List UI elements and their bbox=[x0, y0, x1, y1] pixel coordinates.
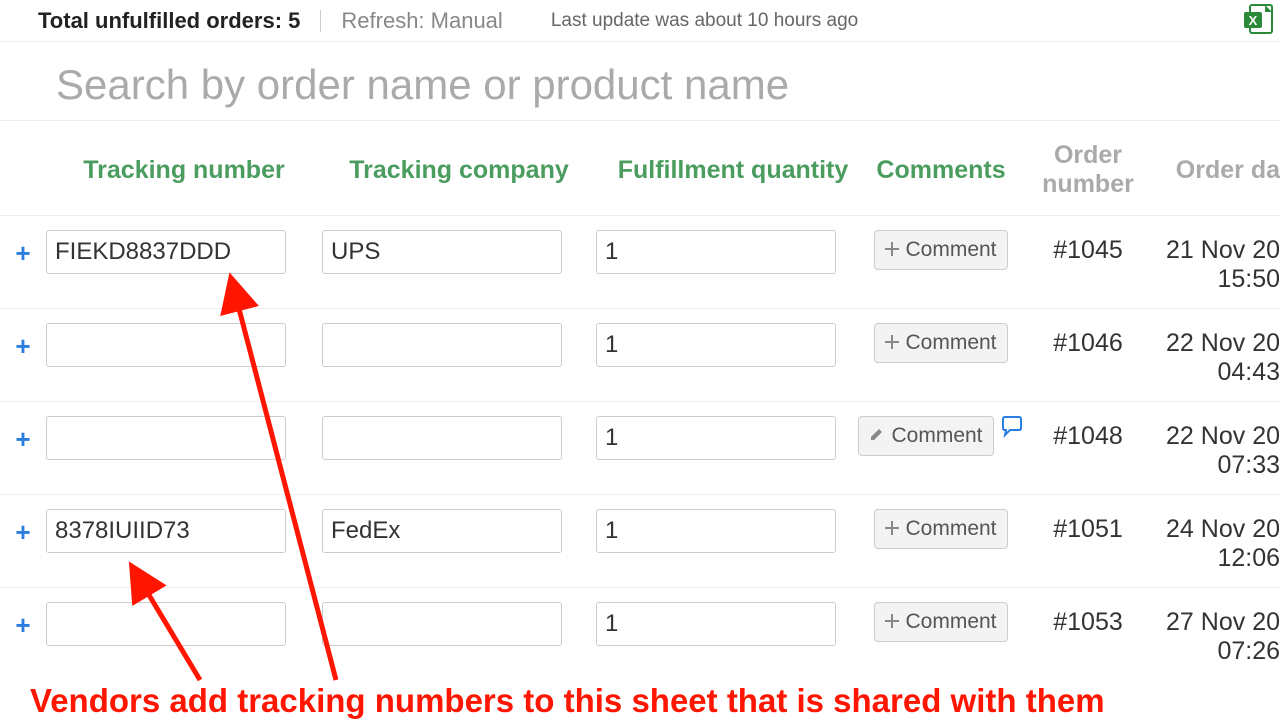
annotation-text: Vendors add tracking numbers to this she… bbox=[30, 682, 1105, 720]
expand-row-icon[interactable]: + bbox=[15, 331, 30, 362]
col-fulfillment-qty: Fulfillment quantity bbox=[596, 156, 870, 185]
fulfillment-qty-input[interactable] bbox=[596, 323, 836, 367]
table-header: Tracking number Tracking company Fulfill… bbox=[0, 121, 1280, 215]
order-number-value: #1045 bbox=[1012, 230, 1164, 265]
table-row: + Comment #104822 Nov 2007:33 bbox=[0, 401, 1280, 494]
tracking-company-input[interactable] bbox=[322, 230, 562, 274]
tracking-number-input[interactable] bbox=[46, 602, 286, 646]
fulfillment-qty-input[interactable] bbox=[596, 416, 836, 460]
divider bbox=[320, 10, 321, 32]
col-comments: Comments bbox=[870, 156, 1012, 185]
comment-button[interactable]: Comment bbox=[858, 416, 993, 456]
order-date-value: 24 Nov 2012:06 bbox=[1164, 509, 1280, 573]
search-input[interactable] bbox=[54, 60, 1242, 110]
table-row: + Comment #104521 Nov 2015:50 bbox=[0, 215, 1280, 308]
tracking-number-input[interactable] bbox=[46, 230, 286, 274]
comment-button-label: Comment bbox=[905, 331, 996, 355]
tracking-number-input[interactable] bbox=[46, 323, 286, 367]
order-number-value: #1046 bbox=[1012, 323, 1164, 358]
expand-row-icon[interactable]: + bbox=[15, 610, 30, 641]
order-date-value: 27 Nov 2007:26 bbox=[1164, 602, 1280, 666]
order-number-value: #1053 bbox=[1012, 602, 1164, 637]
plus-icon bbox=[885, 238, 899, 262]
order-number-value: #1048 bbox=[1012, 416, 1164, 451]
order-number-value: #1051 bbox=[1012, 509, 1164, 544]
tracking-company-input[interactable] bbox=[322, 509, 562, 553]
comment-button-label: Comment bbox=[905, 610, 996, 634]
fulfillment-qty-input[interactable] bbox=[596, 509, 836, 553]
last-update-label: Last update was about 10 hours ago bbox=[551, 10, 858, 32]
svg-text:X: X bbox=[1249, 13, 1258, 28]
col-order-date: Order da bbox=[1164, 156, 1280, 185]
tracking-number-input[interactable] bbox=[46, 509, 286, 553]
pencil-icon bbox=[869, 424, 885, 448]
fulfillment-qty-input[interactable] bbox=[596, 602, 836, 646]
expand-row-icon[interactable]: + bbox=[15, 424, 30, 455]
table-row: + Comment #104622 Nov 2004:43 bbox=[0, 308, 1280, 401]
expand-row-icon[interactable]: + bbox=[15, 238, 30, 269]
order-date-value: 22 Nov 2004:43 bbox=[1164, 323, 1280, 387]
plus-icon bbox=[885, 610, 899, 634]
tracking-number-input[interactable] bbox=[46, 416, 286, 460]
comment-button[interactable]: Comment bbox=[874, 509, 1007, 549]
order-date-value: 21 Nov 2015:50 bbox=[1164, 230, 1280, 294]
comment-button[interactable]: Comment bbox=[874, 602, 1007, 642]
comment-button[interactable]: Comment bbox=[874, 323, 1007, 363]
col-order-number: Order number bbox=[1012, 141, 1164, 199]
order-date-value: 22 Nov 2007:33 bbox=[1164, 416, 1280, 480]
comment-button-label: Comment bbox=[905, 238, 996, 262]
table-row: + Comment #105124 Nov 2012:06 bbox=[0, 494, 1280, 587]
table-row: + Comment #105327 Nov 2007:26 bbox=[0, 587, 1280, 680]
tracking-company-input[interactable] bbox=[322, 323, 562, 367]
fulfillment-qty-input[interactable] bbox=[596, 230, 836, 274]
tracking-company-input[interactable] bbox=[322, 602, 562, 646]
plus-icon bbox=[885, 517, 899, 541]
col-tracking-number: Tracking number bbox=[46, 156, 322, 185]
col-tracking-company: Tracking company bbox=[322, 156, 596, 185]
comment-button[interactable]: Comment bbox=[874, 230, 1007, 270]
expand-row-icon[interactable]: + bbox=[15, 517, 30, 548]
comment-button-label: Comment bbox=[891, 424, 982, 448]
tracking-company-input[interactable] bbox=[322, 416, 562, 460]
refresh-mode-label: Refresh: Manual bbox=[341, 8, 502, 34]
total-unfulfilled-label: Total unfulfilled orders: 5 bbox=[38, 8, 300, 34]
excel-export-icon[interactable]: X bbox=[1242, 2, 1276, 41]
plus-icon bbox=[885, 331, 899, 355]
comment-button-label: Comment bbox=[905, 517, 996, 541]
